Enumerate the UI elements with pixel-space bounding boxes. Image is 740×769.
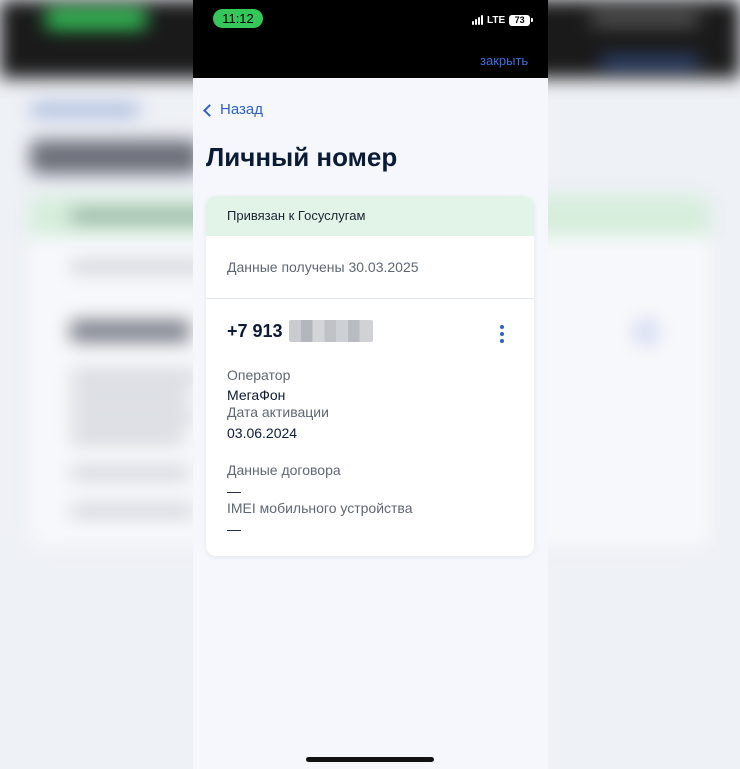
imei-label: IMEI мобильного устройства [227, 500, 413, 516]
page-title: Личный номер [206, 142, 398, 172]
status-bar: 11:12 LTE 73 закрыть [193, 0, 548, 78]
close-button[interactable]: закрыть [480, 53, 528, 68]
bg-line [70, 262, 210, 272]
bg-close-link [600, 58, 700, 66]
back-button[interactable]: Назад [203, 101, 263, 118]
bg-line [70, 468, 190, 478]
contract-value: — [227, 483, 241, 499]
phone-number-card: Привязан к Госуслугам Данные получены 30… [206, 196, 534, 556]
bg-back-link [30, 104, 140, 116]
phone-number-row: +7 913 [227, 320, 373, 342]
back-label: Назад [220, 101, 263, 118]
bg-status-icons [590, 12, 700, 26]
activation-date-value: 03.06.2024 [227, 425, 298, 441]
contract-label: Данные договора [227, 462, 341, 478]
activation-date-label: Дата активации [227, 404, 329, 420]
bg-line [70, 506, 195, 516]
signal-icon [472, 15, 483, 25]
time-pill: 11:12 [213, 9, 263, 28]
battery-level: 73 [509, 14, 531, 26]
imei-value: — [227, 521, 241, 537]
more-options-icon[interactable] [500, 325, 504, 343]
status-badge: Привязан к Госуслугам [206, 196, 534, 236]
bg-line [70, 412, 195, 422]
data-received-text: Данные получены 30.03.2025 [227, 259, 419, 275]
operator-label: Оператор [227, 367, 291, 383]
chevron-left-icon [203, 103, 216, 117]
home-indicator[interactable] [306, 757, 434, 762]
phone-number: +7 913 [227, 320, 283, 341]
bg-line [70, 372, 200, 382]
bg-line [70, 432, 185, 442]
divider [206, 298, 534, 299]
bg-time-pill [44, 9, 148, 29]
bg-line [70, 392, 190, 402]
operator-value: МегаФон [227, 387, 286, 403]
status-icons: LTE 73 [472, 12, 534, 28]
battery-icon: 73 [509, 14, 534, 26]
bg-more-button [632, 318, 660, 346]
bg-phone [70, 320, 190, 342]
phone-screen: 11:12 LTE 73 закрыть Назад Личный номер … [193, 0, 548, 769]
redacted-digits [288, 320, 373, 342]
bg-title [30, 140, 200, 174]
network-label: LTE [487, 14, 506, 26]
